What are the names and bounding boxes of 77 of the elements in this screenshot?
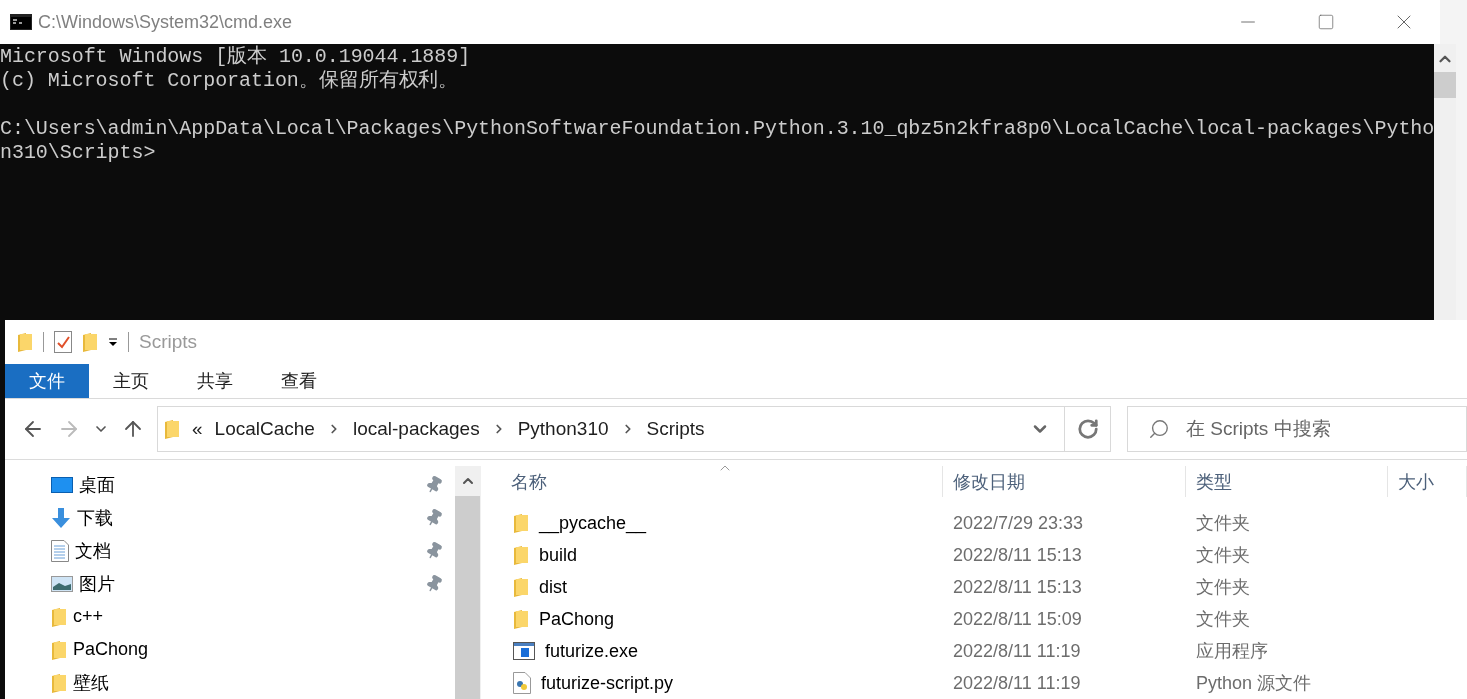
folder-icon bbox=[51, 606, 67, 627]
scrollbar[interactable] bbox=[1434, 44, 1457, 320]
date-cell-text: 2022/7/29 23:33 bbox=[952, 512, 1085, 534]
sidebar-item[interactable]: 桌面 bbox=[5, 468, 455, 501]
file-name: futurize.exe bbox=[545, 640, 639, 662]
down-arrow-icon bbox=[51, 507, 71, 528]
file-name: PaChong bbox=[539, 608, 615, 630]
type-cell-text: 文件夹 bbox=[1195, 576, 1251, 599]
overflow-marker[interactable]: « bbox=[192, 418, 203, 440]
file-row[interactable]: futurize.exe 2022/8/11 11:19 应用程序 bbox=[483, 635, 1467, 667]
file-row[interactable]: PaChong 2022/8/11 15:09 文件夹 bbox=[483, 603, 1467, 635]
console-line: Microsoft Windows [版本 10.0.19044.1889] bbox=[0, 45, 472, 69]
date-cell-text: 2022/8/11 11:19 bbox=[952, 672, 1082, 694]
folder-icon bbox=[513, 609, 529, 629]
python-file-icon bbox=[513, 672, 531, 694]
date-cell-text: 2022/8/11 11:19 bbox=[952, 640, 1082, 662]
sidebar-label: 桌面 bbox=[79, 473, 116, 497]
date-cell-text: 2022/8/11 15:13 bbox=[952, 544, 1083, 566]
file-row[interactable]: __pycache__ 2022/7/29 23:33 文件夹 bbox=[483, 507, 1467, 539]
scroll-up-icon[interactable] bbox=[455, 466, 480, 496]
folder-icon bbox=[51, 639, 67, 660]
sidebar-item[interactable]: c++ bbox=[5, 600, 455, 633]
desktop-icon bbox=[51, 476, 73, 493]
sidebar-label: 文档 bbox=[75, 539, 112, 563]
type-cell-text: 文件夹 bbox=[1195, 544, 1251, 567]
landscape-picture-icon bbox=[51, 575, 73, 592]
console-line: (c) Microsoft Corporation。保留所有权利。 bbox=[0, 69, 460, 93]
dropdown-caret-icon[interactable] bbox=[108, 337, 118, 347]
breadcrumb[interactable]: Python310 bbox=[517, 418, 609, 440]
date-cell-text: 2022/8/11 15:13 bbox=[952, 576, 1083, 598]
address-bar[interactable]: « LocalCache local-packages Python310 Scripts bbox=[157, 406, 1111, 452]
scroll-thumb[interactable] bbox=[1434, 72, 1457, 98]
sidebar-item[interactable]: 下载 bbox=[5, 501, 455, 534]
file-name: build bbox=[539, 544, 578, 566]
folder-icon bbox=[17, 332, 33, 352]
type-cell-text: 应用程序 bbox=[1195, 640, 1269, 663]
folder-icon bbox=[164, 419, 180, 439]
breadcrumb[interactable]: local-packages bbox=[352, 418, 480, 440]
search-box[interactable]: 在 Scripts 中搜索 bbox=[1127, 406, 1467, 452]
file-name: futurize-script.py bbox=[541, 672, 674, 694]
application-window-icon bbox=[513, 642, 535, 660]
folder-icon bbox=[513, 577, 529, 597]
sidebar-item[interactable]: 壁纸 bbox=[5, 666, 455, 699]
type-cell-text: 文件夹 bbox=[1195, 512, 1251, 535]
file-name: __pycache__ bbox=[539, 512, 647, 534]
console-app-icon bbox=[10, 14, 32, 30]
sidebar-label: 图片 bbox=[79, 572, 116, 596]
sidebar-item[interactable]: 图片 bbox=[5, 567, 455, 600]
console-line: C:\Users\admin\AppData\Local\Packages\PythonSoftwareFoundation.Python.3.10_qbz5n2kfra8p0\LocalCache\local-packages\Pytho bbox=[0, 117, 1435, 141]
sidebar-label: 壁纸 bbox=[73, 671, 110, 695]
type-cell-text: 文件夹 bbox=[1195, 608, 1251, 631]
sidebar-item[interactable]: 文档 bbox=[5, 534, 455, 567]
sidebar-label: 下载 bbox=[77, 506, 114, 530]
breadcrumb[interactable]: LocalCache bbox=[214, 418, 315, 440]
date-cell-text: 2022/8/11 15:09 bbox=[952, 608, 1083, 630]
file-row[interactable]: build 2022/8/11 15:13 文件夹 bbox=[483, 539, 1467, 571]
maximize-icon[interactable] bbox=[1317, 13, 1335, 31]
folder-icon bbox=[51, 672, 67, 693]
folder-icon bbox=[513, 513, 529, 533]
search-icon bbox=[1148, 418, 1170, 440]
document-icon bbox=[51, 539, 69, 562]
console-line: n310\Scripts> bbox=[0, 141, 157, 165]
type-cell-text: Python 源文件 bbox=[1195, 672, 1313, 695]
breadcrumb[interactable]: Scripts bbox=[646, 418, 705, 440]
sidebar-label: c++ bbox=[73, 606, 105, 627]
file-row[interactable]: futurize-script.py 2022/8/11 11:19 Python 源文件 bbox=[483, 667, 1467, 699]
refresh-icon[interactable] bbox=[1076, 418, 1099, 440]
file-name: dist bbox=[539, 576, 567, 598]
sidebar-label: PaChong bbox=[73, 639, 150, 660]
window-title: C:\Windows\System32\cmd.exe bbox=[38, 11, 294, 33]
file-row[interactable]: dist 2022/8/11 15:13 文件夹 bbox=[483, 571, 1467, 603]
window-title: Scripts bbox=[139, 331, 198, 353]
checklist-icon[interactable] bbox=[54, 331, 72, 353]
ribbon-tab[interactable]: 文件 bbox=[5, 364, 89, 398]
folder-icon bbox=[513, 545, 529, 565]
sidebar-item[interactable]: PaChong bbox=[5, 633, 455, 666]
scrollbar[interactable] bbox=[455, 466, 480, 699]
